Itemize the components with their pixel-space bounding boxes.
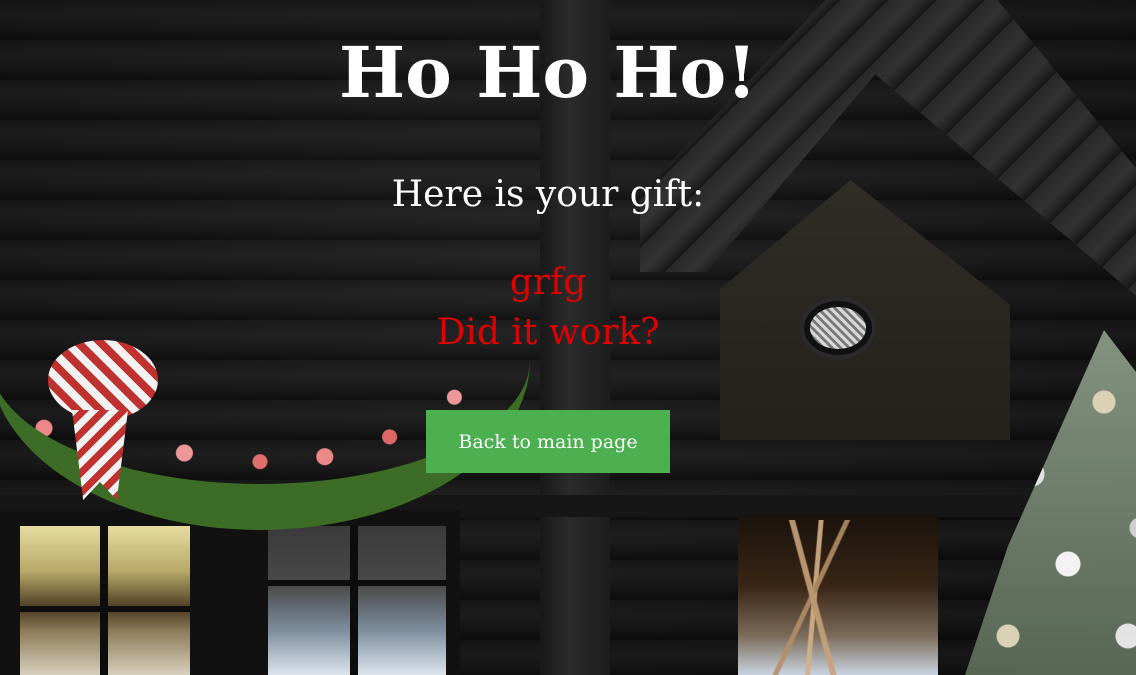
gift-message: grfg Did it work? bbox=[0, 258, 1096, 358]
page-title: Ho Ho Ho! bbox=[339, 31, 757, 114]
window-mullion bbox=[268, 580, 446, 586]
left-windows bbox=[0, 510, 460, 675]
window-mullion bbox=[350, 526, 358, 675]
branches-outside bbox=[760, 520, 870, 675]
gift-intro: Here is your gift: bbox=[391, 174, 705, 215]
gift-line: grfg bbox=[509, 262, 587, 303]
window-mullion bbox=[100, 526, 108, 675]
back-to-main-button[interactable]: Back to main page bbox=[426, 410, 670, 473]
window-mullion bbox=[20, 606, 190, 612]
gift-line: Did it work? bbox=[436, 312, 660, 353]
